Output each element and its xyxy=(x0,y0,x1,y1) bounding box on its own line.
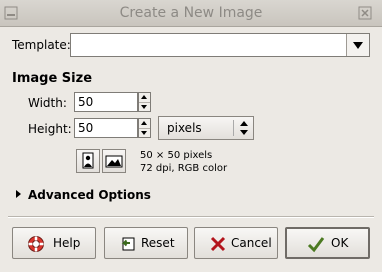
unit-select[interactable]: pixels xyxy=(158,116,254,140)
ok-check-icon xyxy=(307,237,325,253)
help-button[interactable]: Help xyxy=(12,227,96,259)
window-title: Create a New Image xyxy=(119,5,263,21)
width-spinner[interactable] xyxy=(138,92,151,112)
height-input[interactable]: 50 xyxy=(74,118,138,138)
separator xyxy=(8,216,374,218)
up-down-arrows-icon xyxy=(240,121,248,135)
template-label: Template: xyxy=(12,38,71,52)
width-input[interactable]: 50 xyxy=(74,92,138,112)
portrait-icon xyxy=(82,152,94,169)
height-spinner[interactable] xyxy=(138,118,151,138)
ok-label: OK xyxy=(331,236,349,250)
image-info-resolution: 72 dpi, RGB color xyxy=(140,163,228,174)
chevron-down-icon[interactable] xyxy=(346,34,369,56)
reset-button[interactable]: Reset xyxy=(104,227,188,259)
advanced-options-expander[interactable]: Advanced Options xyxy=(28,188,151,202)
cancel-label: Cancel xyxy=(231,236,272,250)
ok-button[interactable]: OK xyxy=(285,227,370,259)
height-label: Height: xyxy=(28,122,72,136)
template-combo[interactable] xyxy=(70,33,370,57)
window-close-icon[interactable] xyxy=(358,6,372,20)
cancel-button[interactable]: Cancel xyxy=(194,227,278,259)
help-label: Help xyxy=(53,236,81,250)
spin-down-icon[interactable] xyxy=(139,128,150,138)
spin-up-icon[interactable] xyxy=(139,93,150,102)
unit-separator xyxy=(233,120,234,136)
spin-down-icon[interactable] xyxy=(139,102,150,112)
cancel-x-icon xyxy=(210,236,226,252)
unit-value: pixels xyxy=(167,121,202,135)
landscape-icon xyxy=(105,155,123,168)
portrait-button[interactable] xyxy=(76,149,100,173)
spin-up-icon[interactable] xyxy=(139,119,150,128)
reset-undo-icon xyxy=(121,237,135,251)
image-info-dimensions: 50 × 50 pixels xyxy=(140,150,213,161)
expander-arrow-icon[interactable] xyxy=(16,190,21,198)
landscape-button[interactable] xyxy=(102,149,126,173)
help-lifebuoy-icon xyxy=(28,236,44,252)
title-bar: Create a New Image xyxy=(0,0,382,27)
width-label: Width: xyxy=(28,96,67,110)
image-size-heading: Image Size xyxy=(12,71,93,86)
reset-label: Reset xyxy=(141,236,175,250)
